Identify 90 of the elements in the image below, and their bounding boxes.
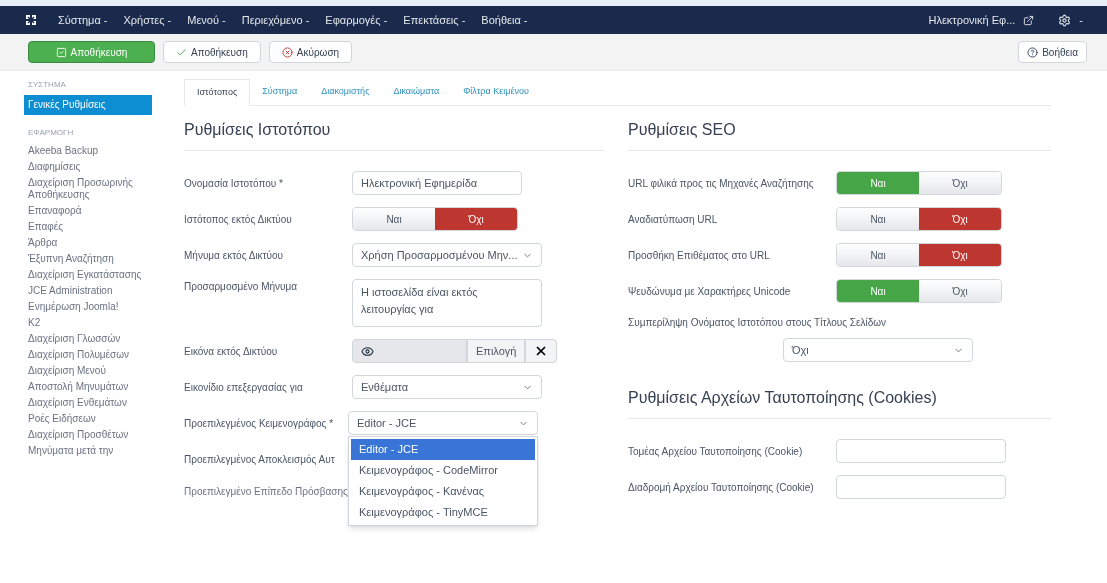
sidebar-item[interactable]: JCE Administration <box>24 283 152 299</box>
section-title: Ρυθμίσεις Αρχείων Ταυτοποίησης (Cookies) <box>628 386 1051 419</box>
help-button[interactable]: Βοήθεια <box>1018 41 1087 63</box>
field-label: Εικόνα εκτός Δικτύου <box>184 344 279 359</box>
field-label: Εικονίδιο επεξεργασίας για <box>184 380 304 395</box>
settings-menu[interactable]: - <box>1058 11 1083 29</box>
tab[interactable]: Σύστημα <box>250 78 310 105</box>
logo-icon[interactable] <box>24 13 38 27</box>
sidebar-item[interactable]: Άρθρα <box>24 235 152 251</box>
tab[interactable]: Ιστότοπος <box>184 79 251 106</box>
text-field[interactable] <box>836 475 1006 499</box>
field-label: Προσθήκη Επιθέματος στο URL <box>628 248 771 263</box>
toolbar-button[interactable]: Αποθήκευση <box>163 41 261 63</box>
toggle-option[interactable]: Ναι <box>837 172 919 194</box>
select-field[interactable]: Editor - JCE <box>348 411 538 435</box>
dropdown-option[interactable]: Κειμενογράφος - Κανένας <box>351 481 535 502</box>
text-field[interactable] <box>836 439 1006 463</box>
menu-item[interactable]: Εφαρμογές - <box>325 11 388 29</box>
field-label: Προσαρμοσμένο Μήνυμα <box>184 280 299 294</box>
menu-item[interactable]: Σύστημα - <box>58 11 108 29</box>
tab[interactable]: Διακομιστής <box>309 78 382 105</box>
sidebar-item[interactable]: Διαχείριση Προσωρινής Αποθήκευσης <box>24 175 152 203</box>
select-field[interactable]: Ενθέματα <box>352 375 542 399</box>
external-link-icon <box>1023 14 1035 26</box>
check-icon <box>176 46 187 58</box>
menu-item[interactable]: Βοήθεια - <box>481 11 528 29</box>
sidebar-heading: ΣΥΣΤΗΜΑ <box>27 79 67 91</box>
section-title: Ρυθμίσεις SEO <box>628 118 1051 151</box>
toggle-option[interactable]: Ναι <box>353 208 435 230</box>
sidebar-item[interactable]: Διαχείριση Προσθέτων <box>24 427 152 443</box>
toggle-option[interactable]: Όχι <box>919 172 1001 194</box>
select-button[interactable]: Επιλογή <box>467 339 526 363</box>
field-label: Ιστότοπος εκτός Δικτύου <box>184 212 293 227</box>
site-link[interactable]: Ηλεκτρονική Εφ... <box>928 11 1016 29</box>
tab[interactable]: Φίλτρα Κειμένου <box>451 78 541 105</box>
sidebar-item[interactable]: Akeeba Backup <box>24 143 152 159</box>
preview-icon <box>361 344 374 358</box>
field-label: Μήνυμα εκτός Δικτύου <box>184 248 285 263</box>
select-field[interactable]: Χρήση Προσαρμοσμένου Μην... <box>352 243 542 267</box>
toggle-option[interactable]: Ναι <box>837 208 919 230</box>
sidebar-item[interactable]: Διαχείριση Πολυμέσων <box>24 347 152 363</box>
dropdown-option[interactable]: Κειμενογράφος - CodeMirror <box>351 460 535 481</box>
menu-item[interactable]: Χρήστες - <box>123 11 172 29</box>
toggle-option[interactable]: Όχι <box>919 208 1001 230</box>
sidebar-item[interactable]: Μηνύματα μετά την <box>24 443 152 459</box>
sidebar-item[interactable]: Αποστολή Μηνυμάτων <box>24 379 152 395</box>
sidebar-item[interactable]: Ροές Ειδήσεων <box>24 411 152 427</box>
menu-item[interactable]: Επεκτάσεις - <box>403 11 466 29</box>
toggle-option[interactable]: Όχι <box>435 208 517 230</box>
toggle-option[interactable]: Όχι <box>919 280 1001 302</box>
toggle-option[interactable]: Ναι <box>837 244 919 266</box>
sidebar-item[interactable]: Ενημέρωση Joomla! <box>24 299 152 315</box>
sidebar-heading: ΕΦΑΡΜΟΓΗ <box>27 127 75 139</box>
close-icon <box>281 46 293 58</box>
dropdown-option[interactable]: Editor - JCE <box>351 439 535 460</box>
field-label: Διαδρομή Αρχείου Ταυτοποίησης (Cookie) <box>628 480 815 495</box>
dropdown-option[interactable]: Κειμενογράφος - TinyMCE <box>351 502 535 523</box>
field-label: Προεπιλεγμένος Αποκλεισμός Αυτ <box>184 452 335 467</box>
clear-button[interactable] <box>525 339 558 363</box>
sidebar-item[interactable]: Διαχείριση Γλωσσών <box>24 331 152 347</box>
sidebar-item[interactable]: K2 <box>24 315 152 331</box>
sidebar-item[interactable]: Έξυπνη Αναζήτηση <box>24 251 152 267</box>
sidebar-item[interactable]: Διαχείριση Εγκατάστασης <box>24 267 152 283</box>
menu-item[interactable]: Περιεχόμενο - <box>241 11 310 29</box>
field-label: Τομέας Αρχείου Ταυτοποίησης (Cookie) <box>628 444 804 459</box>
sidebar-item[interactable]: Επαφές <box>24 219 152 235</box>
image-path-field[interactable] <box>352 339 467 363</box>
text-field[interactable]: Ηλεκτρονική Εφημερίδα <box>352 171 522 195</box>
select-field[interactable]: Όχι <box>783 338 973 362</box>
toggle-option[interactable]: Όχι <box>919 244 1001 266</box>
sidebar-item[interactable]: Διαχείριση Μενού <box>24 363 152 379</box>
settings-icon <box>1058 13 1072 27</box>
menu-item[interactable]: Μενού - <box>187 11 226 29</box>
sidebar-item[interactable]: Διαχείριση Ενθεμάτων <box>24 395 152 411</box>
field-label: Προεπιλεγμένος Κειμενογράφος * <box>184 416 335 431</box>
field-label: Συμπερίληψη Ονόματος Ιστοτόπου στους Τίτλους Σελίδων <box>628 316 888 330</box>
tab[interactable]: Δικαιώματα <box>381 78 452 105</box>
sidebar-item[interactable]: Επαναφορά <box>24 203 152 219</box>
toggle-option[interactable]: Ναι <box>837 280 919 302</box>
section-title: Ρυθμίσεις Ιστοτόπου <box>184 118 604 151</box>
help-icon <box>1027 46 1039 58</box>
text-area[interactable]: Η ιστοσελίδα είναι εκτός λειτουργίας για <box>352 279 542 327</box>
field-label: URL φιλικά προς τις Μηχανές Αναζήτησης <box>628 176 815 191</box>
toolbar-button[interactable]: Ακύρωση <box>268 41 353 63</box>
field-label: Αναδιατύπωση URL <box>628 212 719 227</box>
field-label: Ψευδώνυμα με Χαρακτήρες Unicode <box>628 284 792 299</box>
sidebar-item[interactable]: Γενικές Ρυθμίσεις <box>24 95 152 115</box>
sidebar-item[interactable]: Διαφημίσεις <box>24 159 152 175</box>
field-label: Ονομασία Ιστοτόπου * <box>184 176 284 191</box>
check-icon <box>55 46 67 58</box>
